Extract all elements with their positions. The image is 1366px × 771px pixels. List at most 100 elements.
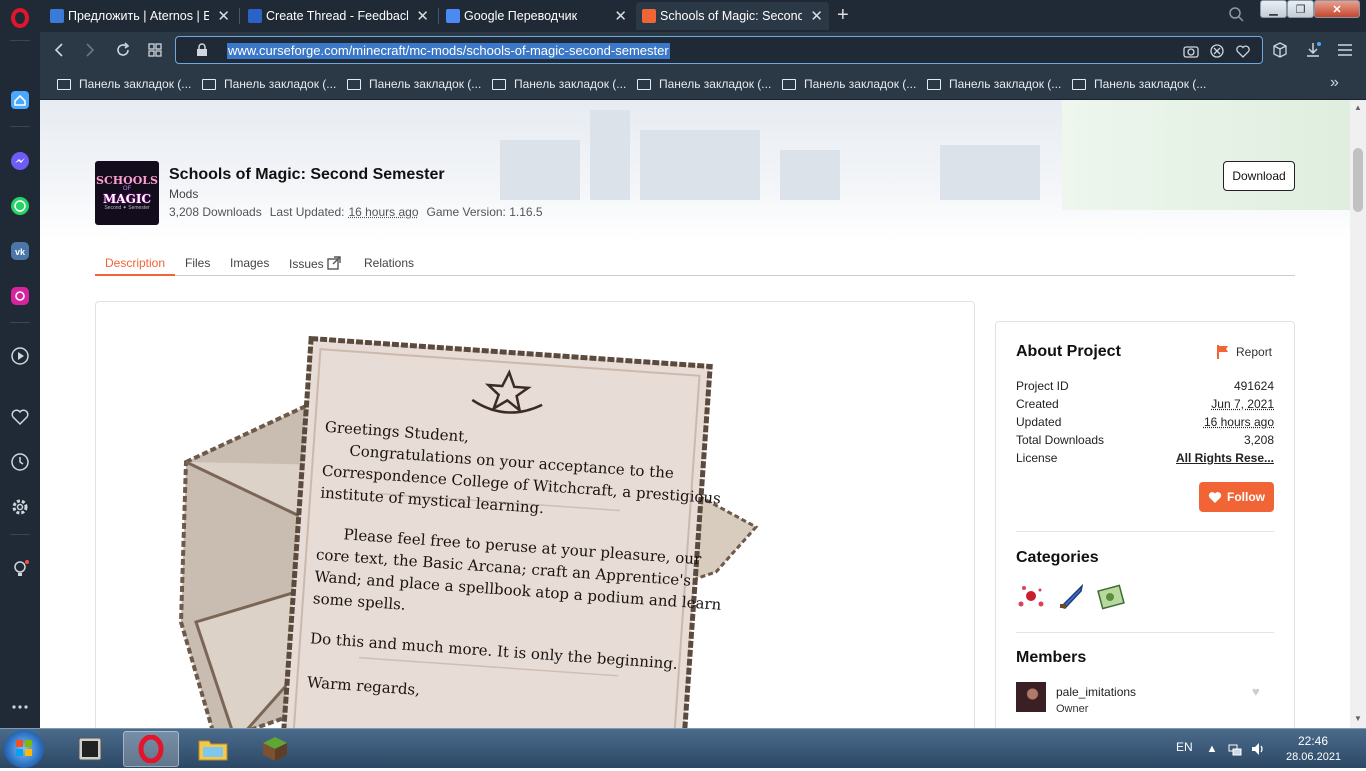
folder-icon: [492, 79, 506, 90]
sidebar-divider: [10, 126, 30, 127]
block-ads-icon[interactable]: [1209, 43, 1225, 59]
lightbulb-icon[interactable]: [8, 557, 32, 581]
opera-menu-icon[interactable]: [8, 6, 32, 30]
about-row-created: Created Jun 7, 2021: [1016, 397, 1274, 413]
scroll-up-arrow-icon[interactable]: ▲: [1354, 103, 1362, 112]
heart-icon[interactable]: [8, 405, 32, 429]
language-indicator[interactable]: EN: [1176, 740, 1193, 754]
vk-icon[interactable]: vk: [8, 239, 32, 263]
scrollbar-thumb[interactable]: [1353, 148, 1363, 212]
speed-dial-home-icon[interactable]: [8, 88, 32, 112]
sidebar-divider: [10, 322, 30, 323]
bookmark-label: Панель закладок (...: [1094, 77, 1206, 91]
volume-speaker-icon[interactable]: [1250, 741, 1266, 757]
tab-images[interactable]: Images: [230, 256, 269, 276]
license-link[interactable]: All Rights Rese...: [1176, 451, 1274, 465]
bookmark-folder[interactable]: Панель закладок (...: [57, 76, 191, 92]
category-magic-icon[interactable]: [1016, 582, 1046, 612]
history-icon[interactable]: [8, 450, 32, 474]
tab-feedback[interactable]: Create Thread - Feedback/ ✕: [242, 2, 435, 30]
taskbar-app-minecraft[interactable]: [247, 731, 303, 767]
window-close-button[interactable]: ✕: [1314, 0, 1360, 18]
bookmark-folder[interactable]: Панель закладок (...: [1072, 76, 1206, 92]
terminal-icon: [77, 736, 103, 762]
about-key: License: [1016, 451, 1057, 465]
external-link-icon: [327, 256, 341, 270]
heart-icon[interactable]: ♥: [1252, 684, 1260, 699]
clock-date[interactable]: 28.06.2021: [1286, 751, 1341, 763]
address-bar-row: www.curseforge.com/minecraft/mc-mods/sch…: [40, 32, 1366, 68]
tray-expand-arrow-icon[interactable]: ▲: [1204, 741, 1220, 757]
tab-schools-of-magic[interactable]: Schools of Magic: Second S ✕: [636, 2, 829, 30]
category-map-information-icon[interactable]: [1096, 582, 1126, 612]
description-panel: Greetings Student, Congratulations on yo…: [95, 301, 975, 728]
downloads-icon[interactable]: [1303, 40, 1323, 60]
minimize-button[interactable]: ▁: [1260, 0, 1287, 18]
tab-description[interactable]: Description: [95, 256, 175, 276]
bookmarks-overflow-chevron-icon[interactable]: »: [1330, 74, 1339, 92]
bookmark-label: Панель закладок (...: [659, 77, 771, 91]
taskbar-app-explorer[interactable]: [185, 731, 241, 767]
about-key: Created: [1016, 397, 1059, 411]
page-scrollbar[interactable]: ▲ ▼: [1350, 100, 1366, 728]
folder-icon: [57, 79, 71, 90]
clock-time[interactable]: 22:46: [1298, 734, 1328, 748]
download-button[interactable]: Download: [1223, 161, 1295, 191]
windows-start-button[interactable]: [4, 730, 44, 768]
tab-google-translate[interactable]: Google Переводчик ✕: [440, 2, 633, 30]
tab-files[interactable]: Files: [185, 256, 210, 276]
divider: [1016, 632, 1274, 633]
taskbar-app-terminal[interactable]: [62, 731, 118, 767]
bookmark-folder[interactable]: Панель закладок (...: [202, 76, 336, 92]
about-key: Updated: [1016, 415, 1061, 429]
camera-snapshot-icon[interactable]: [1183, 43, 1199, 59]
letter-paper: Greetings Student, Congratulations on yo…: [280, 339, 738, 728]
messenger-icon[interactable]: [8, 149, 32, 173]
player-icon[interactable]: [8, 344, 32, 368]
instagram-icon[interactable]: [8, 284, 32, 308]
follow-button[interactable]: Follow: [1199, 482, 1274, 512]
bookmark-folder[interactable]: Панель закладок (...: [927, 76, 1061, 92]
tab-aternos[interactable]: Предложить | Aternos | Бе ✕: [44, 2, 236, 30]
minecraft-grass-block-icon: [261, 735, 289, 763]
about-title: About Project: [1016, 343, 1121, 361]
close-icon[interactable]: ✕: [217, 7, 230, 25]
easy-setup-menu-icon[interactable]: [1335, 40, 1355, 60]
settings-gear-icon[interactable]: [8, 495, 32, 519]
project-class-link[interactable]: Mods: [169, 187, 198, 201]
taskbar-app-opera[interactable]: [123, 731, 179, 767]
favicon-icon: [248, 9, 262, 23]
network-icon[interactable]: [1227, 741, 1243, 757]
about-key: Total Downloads: [1016, 433, 1104, 447]
category-weapons-icon[interactable]: [1056, 582, 1086, 612]
bookmark-folder[interactable]: Панель закладок (...: [637, 76, 771, 92]
url-input[interactable]: www.curseforge.com/minecraft/mc-mods/sch…: [175, 36, 1263, 64]
tabs-grid-icon[interactable]: [145, 40, 165, 60]
bookmark-folder[interactable]: Панель закладок (...: [782, 76, 916, 92]
bookmark-folder[interactable]: Панель закладок (...: [347, 76, 481, 92]
extensions-cube-icon[interactable]: [1270, 40, 1290, 60]
project-logo: SCHOOLS OF MAGIC Second ✦ Semester: [95, 161, 159, 225]
whatsapp-icon[interactable]: [8, 194, 32, 218]
reload-icon[interactable]: [113, 40, 133, 60]
tab-relations[interactable]: Relations: [364, 256, 414, 276]
back-icon[interactable]: [49, 40, 69, 60]
sidebar-divider: [10, 40, 30, 41]
report-link[interactable]: Report: [1216, 344, 1272, 360]
scroll-down-arrow-icon[interactable]: ▼: [1354, 714, 1362, 723]
more-dots-icon[interactable]: [8, 695, 32, 719]
url-text[interactable]: www.curseforge.com/minecraft/mc-mods/sch…: [227, 43, 670, 59]
bookmark-folder[interactable]: Панель закладок (...: [492, 76, 626, 92]
forward-icon[interactable]: [80, 40, 100, 60]
avatar[interactable]: [1016, 682, 1046, 712]
close-icon[interactable]: ✕: [614, 7, 627, 25]
bookmark-heart-icon[interactable]: [1235, 43, 1251, 59]
new-tab-plus-icon[interactable]: +: [837, 5, 849, 25]
tab-search-icon[interactable]: [1228, 6, 1244, 22]
sidebar-divider: [10, 534, 30, 535]
tab-issues[interactable]: Issues: [289, 256, 341, 276]
close-icon[interactable]: ✕: [416, 7, 429, 25]
close-icon[interactable]: ✕: [810, 7, 823, 25]
maximize-button[interactable]: ❐: [1287, 0, 1314, 18]
member-name-link[interactable]: pale_imitations: [1056, 685, 1136, 699]
